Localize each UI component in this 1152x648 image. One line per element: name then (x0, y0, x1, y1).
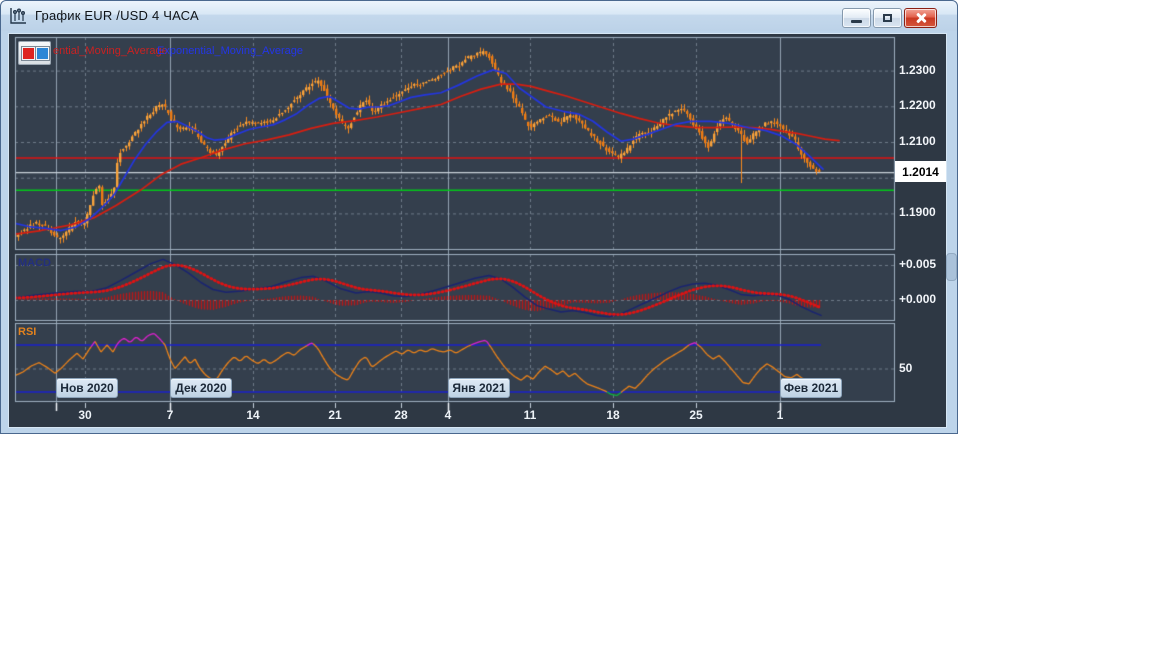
macd-axis-label: +0.005 (899, 257, 937, 271)
month-marker-button: Янв 2021 (448, 378, 510, 398)
ma-red-swatch-icon (22, 47, 35, 60)
x-axis-tick-label: 1 (776, 408, 784, 422)
x-axis-tick-label: 4 (444, 408, 452, 422)
window-controls (842, 8, 937, 28)
x-axis-tick-label: 7 (166, 408, 174, 422)
x-axis-tick-label: 25 (689, 408, 703, 422)
x-axis-tick-label: 21 (328, 408, 342, 422)
indicator-legend[interactable] (18, 41, 51, 65)
chart-window: График EUR /USD 4 ЧАСА ential_Moving_Ave… (0, 0, 958, 434)
x-axis-tick-label: 30 (78, 408, 92, 422)
close-icon (915, 12, 927, 24)
window-titlebar[interactable]: График EUR /USD 4 ЧАСА (1, 1, 957, 31)
rsi-panel-label: RSI (18, 326, 37, 338)
window-title: График EUR /USD 4 ЧАСА (35, 8, 199, 23)
rsi-axis-label: 50 (899, 360, 913, 375)
x-axis-tick-label: 18 (606, 408, 620, 422)
close-button[interactable] (904, 8, 937, 28)
month-marker-button: Дек 2020 (170, 378, 232, 398)
current-price-value: 1.2014 (902, 164, 939, 179)
chart-surface[interactable]: ential_Moving_Average Exponential_Moving… (9, 34, 946, 427)
legend-label-blue-ma: Exponential_Moving_Average (157, 45, 303, 57)
x-axis-tick-label: 28 (394, 408, 408, 422)
candlestick-chart-icon (9, 7, 28, 26)
x-axis-tick-label: 14 (246, 408, 260, 422)
chart-canvas[interactable] (9, 34, 946, 427)
current-price-tag: 1.2014 (895, 161, 946, 182)
maximize-icon (883, 14, 892, 22)
macd-axis-label: +0.000 (899, 292, 937, 306)
month-marker-button: Нов 2020 (56, 378, 118, 398)
maximize-button[interactable] (873, 8, 902, 28)
price-axis-label: 1.2100 (899, 134, 936, 148)
legend-label-red-ma: ential_Moving_Average (53, 45, 168, 57)
price-axis-label: 1.2300 (899, 62, 936, 77)
chart-client-area: ential_Moving_Average Exponential_Moving… (1, 31, 957, 433)
x-axis-tick-label: 11 (523, 408, 537, 422)
minimize-icon (851, 20, 862, 23)
price-axis-label: 1.2200 (899, 98, 936, 113)
ma-blue-swatch-icon (36, 47, 49, 60)
macd-panel-label: MACD (18, 257, 51, 269)
month-marker-button: Фев 2021 (780, 378, 842, 398)
price-axis-label: 1.1900 (899, 205, 936, 220)
minimize-button[interactable] (842, 8, 871, 28)
